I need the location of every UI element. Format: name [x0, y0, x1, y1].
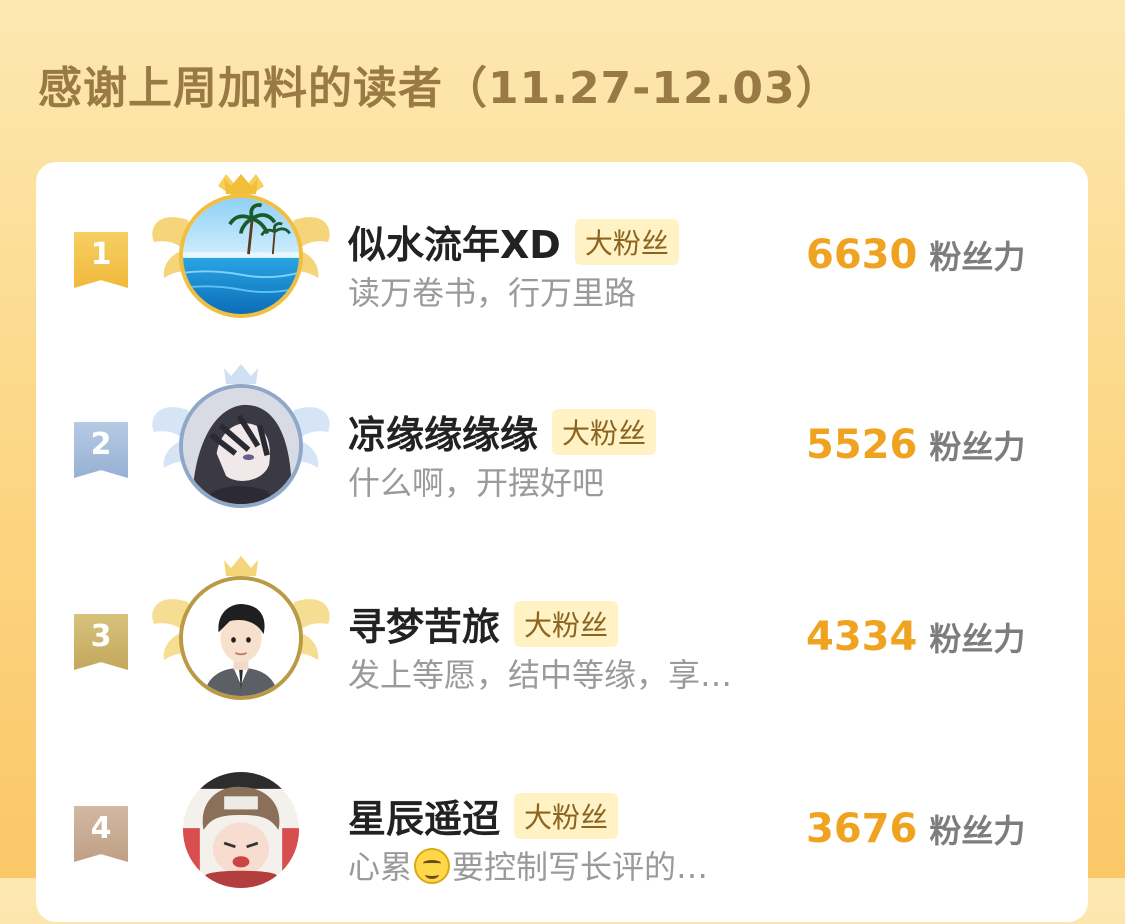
fan-power-score: 4334: [806, 614, 918, 660]
fan-power-label: 粉丝力: [929, 812, 1026, 850]
anime-girl-image: [183, 388, 299, 504]
reader-name[interactable]: 凉缘缘缘缘: [348, 404, 538, 459]
leaderboard-row-3[interactable]: 3 寻梦苦旅 大粉丝 发上等愿，结中等缘，享… 4334 粉丝力: [36, 552, 1088, 732]
reader-name[interactable]: 似水流年XD: [348, 214, 561, 269]
fan-power-label: 粉丝力: [929, 238, 1026, 276]
reader-motto: 心累 要控制写长评的…: [348, 842, 708, 888]
avatar-frame-bronze: [148, 552, 334, 712]
rank-flag-3: 3: [74, 614, 128, 670]
leaderboard-card: 1 似水流年XD 大粉丝 读万卷书，行万里路 6630 粉丝力 2 凉缘缘缘缘 …: [36, 162, 1088, 922]
reader-name[interactable]: 星辰遥迢: [348, 788, 500, 843]
avatar-frame-plain: [148, 744, 334, 904]
fan-level-badge: 大粉丝: [574, 218, 679, 265]
sweat-smile-emoji-icon: [414, 848, 451, 884]
fan-level-badge: 大粉丝: [514, 792, 619, 839]
reader-name[interactable]: 寻梦苦旅: [348, 596, 500, 651]
avatar-frame-gold: [148, 170, 334, 330]
avatar-frame-silver: [148, 360, 334, 520]
reader-motto: 发上等愿，结中等缘，享…: [348, 656, 733, 694]
page-title: 感谢上周加料的读者（11.27-12.03）: [38, 63, 841, 114]
beach-pool-image: [183, 198, 299, 314]
fan-power-score: 3676: [806, 806, 918, 852]
rank-flag-2: 2: [74, 422, 128, 478]
fan-power-label: 粉丝力: [929, 428, 1026, 466]
rank-flag-4: 4: [74, 806, 128, 862]
motto-text-start: 心累: [348, 848, 413, 886]
leaderboard-row-1[interactable]: 1 似水流年XD 大粉丝 读万卷书，行万里路 6630 粉丝力: [36, 170, 1088, 350]
fan-power-label: 粉丝力: [929, 620, 1026, 658]
avatar[interactable]: [179, 194, 303, 318]
fan-power-score: 5526: [806, 422, 918, 468]
fan-power-score: 6630: [806, 232, 918, 278]
rank-flag-1: 1: [74, 232, 128, 288]
fan-level-badge: 大粉丝: [552, 408, 657, 455]
leaderboard-row-4[interactable]: 4 星辰遥迢 大粉丝 心累 要控制写长评的… 3676 粉丝力: [36, 744, 1088, 924]
avatar[interactable]: [179, 384, 303, 508]
meme-character-image: [183, 772, 299, 888]
fan-level-badge: 大粉丝: [514, 600, 619, 647]
cartoon-man-image: [183, 580, 299, 696]
avatar[interactable]: [179, 768, 303, 892]
avatar[interactable]: [179, 576, 303, 700]
reader-motto: 什么啊，开摆好吧: [348, 464, 605, 502]
reader-motto: 读万卷书，行万里路: [348, 274, 637, 312]
leaderboard-row-2[interactable]: 2 凉缘缘缘缘 大粉丝 什么啊，开摆好吧 5526 粉丝力: [36, 360, 1088, 540]
motto-text-end: 要控制写长评的…: [452, 848, 709, 886]
